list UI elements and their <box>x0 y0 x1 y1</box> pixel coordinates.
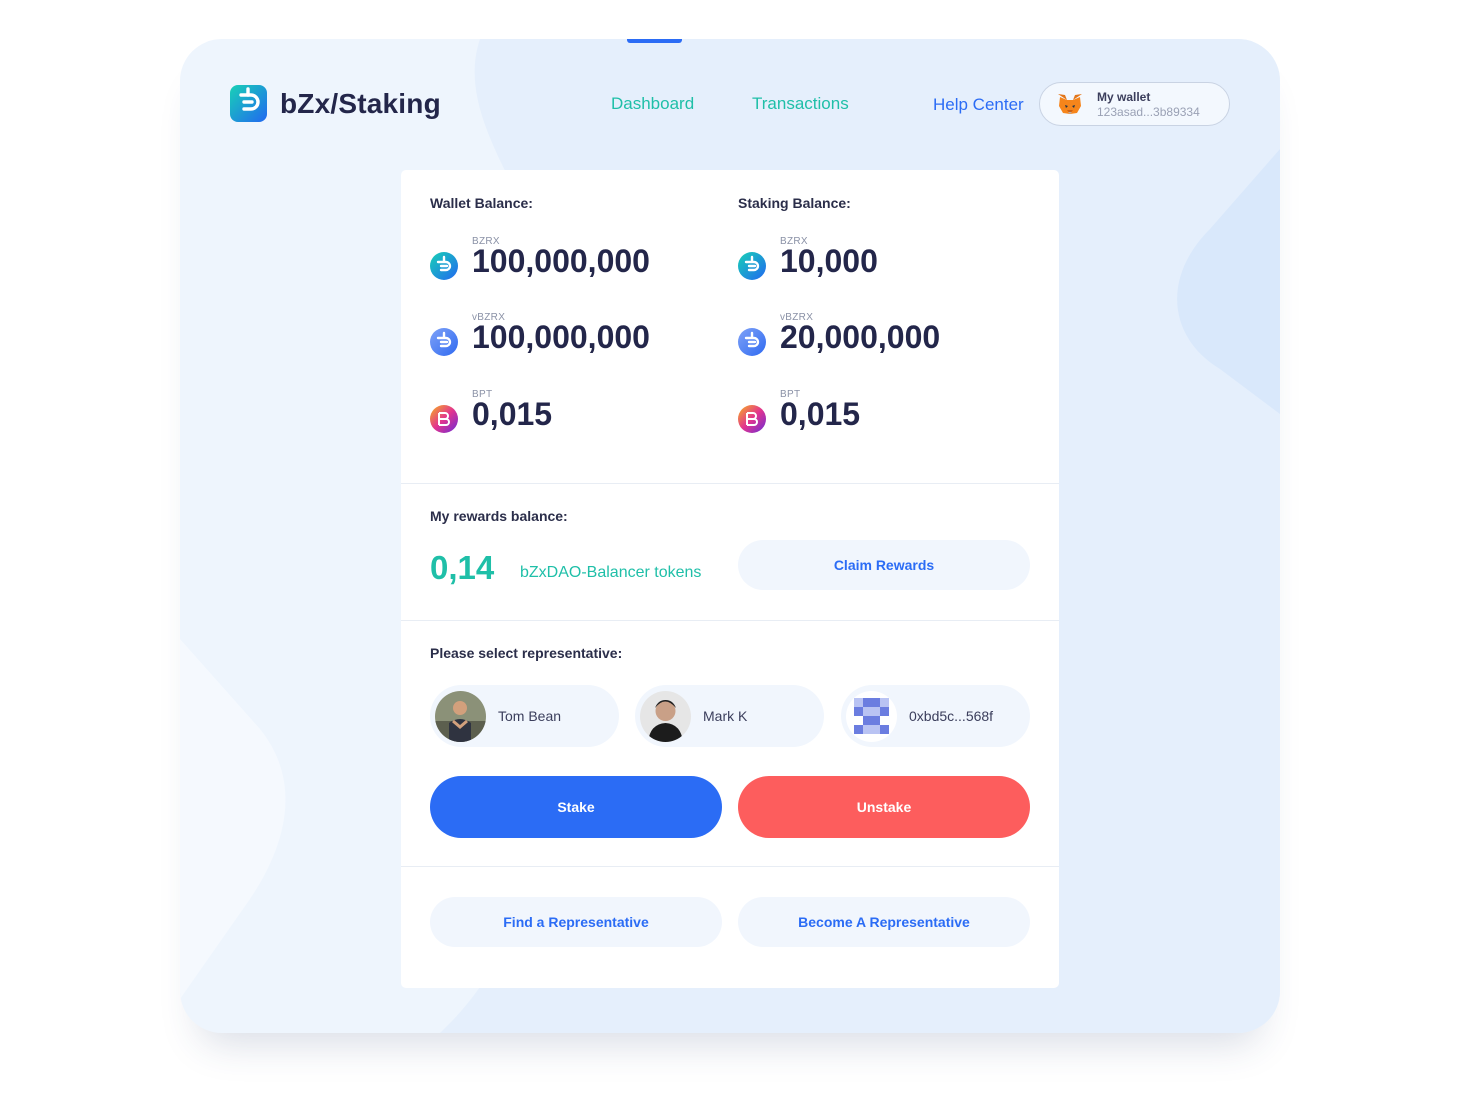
bpt-icon <box>738 405 766 433</box>
rewards-unit: bZxDAO-Balancer tokens <box>520 564 702 581</box>
avatar <box>640 690 691 742</box>
token-value: 10,000 <box>780 243 878 279</box>
token-value: 100,000,000 <box>472 243 650 279</box>
identicon-avatar <box>846 690 897 742</box>
bpt-icon <box>430 405 458 433</box>
app-frame: bZx/Staking Dashboard Transactions Help … <box>180 39 1280 1033</box>
active-tab-indicator <box>627 39 682 43</box>
wallet-button[interactable]: My wallet 123asad...3b89334 <box>1039 82 1230 126</box>
staking-balance-title: Staking Balance: <box>738 195 851 211</box>
nav-help-center[interactable]: Help Center <box>933 95 1024 115</box>
metamask-fox-icon <box>1058 94 1082 114</box>
representative-name: Mark K <box>703 708 748 724</box>
vbzrx-icon <box>738 328 766 356</box>
rewards-value: 0,14 <box>430 549 495 586</box>
find-representative-button[interactable]: Find a Representative <box>430 897 722 947</box>
bzrx-icon <box>738 252 766 280</box>
logo-text: bZx/Staking <box>280 87 441 119</box>
token-value: 100,000,000 <box>472 319 650 355</box>
representative-title: Please select representative: <box>430 645 623 661</box>
representative-option-address[interactable]: 0xbd5c...568f <box>841 685 1030 747</box>
representative-name: Tom Bean <box>498 708 562 724</box>
unstake-button[interactable]: Unstake <box>738 776 1030 838</box>
representative-option-mark-k[interactable]: Mark K <box>635 685 824 747</box>
divider <box>401 620 1059 621</box>
token-value: 0,015 <box>472 396 553 432</box>
claim-rewards-button[interactable]: Claim Rewards <box>738 540 1030 590</box>
divider <box>401 483 1059 484</box>
staking-card: Wallet Balance: Staking Balance: BZRX 10… <box>401 170 1059 988</box>
token-value: 0,015 <box>780 396 861 432</box>
representative-option-tom-bean[interactable]: Tom Bean <box>430 685 619 747</box>
divider <box>401 866 1059 867</box>
wallet-address: 123asad...3b89334 <box>1097 104 1200 119</box>
become-representative-button[interactable]: Become A Representative <box>738 897 1030 947</box>
representative-name: 0xbd5c...568f <box>909 708 994 724</box>
token-value: 20,000,000 <box>780 319 941 355</box>
nav-transactions[interactable]: Transactions <box>752 94 849 114</box>
stake-button[interactable]: Stake <box>430 776 722 838</box>
wallet-balance-title: Wallet Balance: <box>430 195 533 211</box>
bzrx-icon <box>430 252 458 280</box>
avatar <box>435 690 486 742</box>
vbzrx-icon <box>430 328 458 356</box>
nav-dashboard[interactable]: Dashboard <box>611 94 694 114</box>
logo[interactable]: bZx/Staking <box>230 85 441 122</box>
rewards-title: My rewards balance: <box>430 508 568 524</box>
bzx-logo-icon <box>230 85 267 122</box>
wallet-label: My wallet <box>1097 89 1151 104</box>
